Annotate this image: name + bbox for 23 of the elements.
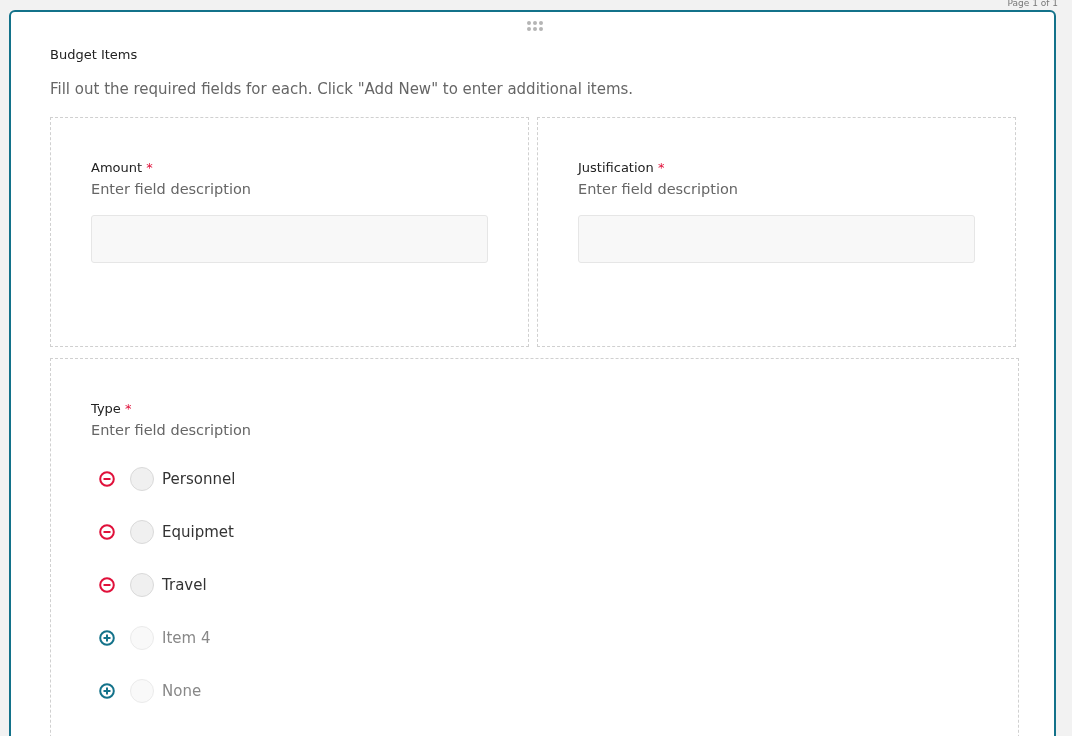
- field-label: Amount *: [91, 160, 154, 175]
- option-label: Equipmet: [162, 523, 234, 541]
- option-label: Item 4: [162, 629, 211, 647]
- page-indicator: Page 1 of 1: [1007, 0, 1058, 8]
- remove-icon[interactable]: [99, 471, 115, 487]
- radio-button[interactable]: [130, 467, 154, 491]
- radio-button[interactable]: [130, 573, 154, 597]
- section-title: Budget Items: [50, 47, 139, 62]
- instructions-text: Fill out the required fields for each. Click "Add New" to enter additional items.: [50, 80, 635, 98]
- radio-button[interactable]: [130, 520, 154, 544]
- input-field[interactable]: [91, 215, 488, 263]
- drag-handle-icon[interactable]: [527, 21, 543, 31]
- remove-icon[interactable]: [99, 577, 115, 593]
- option-label: Travel: [162, 576, 207, 594]
- field-label: Type *: [91, 401, 133, 416]
- option-label: Personnel: [162, 470, 236, 488]
- field-label: Justification *: [578, 160, 666, 175]
- field-description: Enter field description: [91, 181, 253, 197]
- option-label: None: [162, 682, 202, 700]
- remove-icon[interactable]: [99, 524, 115, 540]
- field-description: Enter field description: [578, 181, 740, 197]
- field-description: Enter field description: [91, 422, 253, 438]
- input-field[interactable]: [578, 215, 975, 263]
